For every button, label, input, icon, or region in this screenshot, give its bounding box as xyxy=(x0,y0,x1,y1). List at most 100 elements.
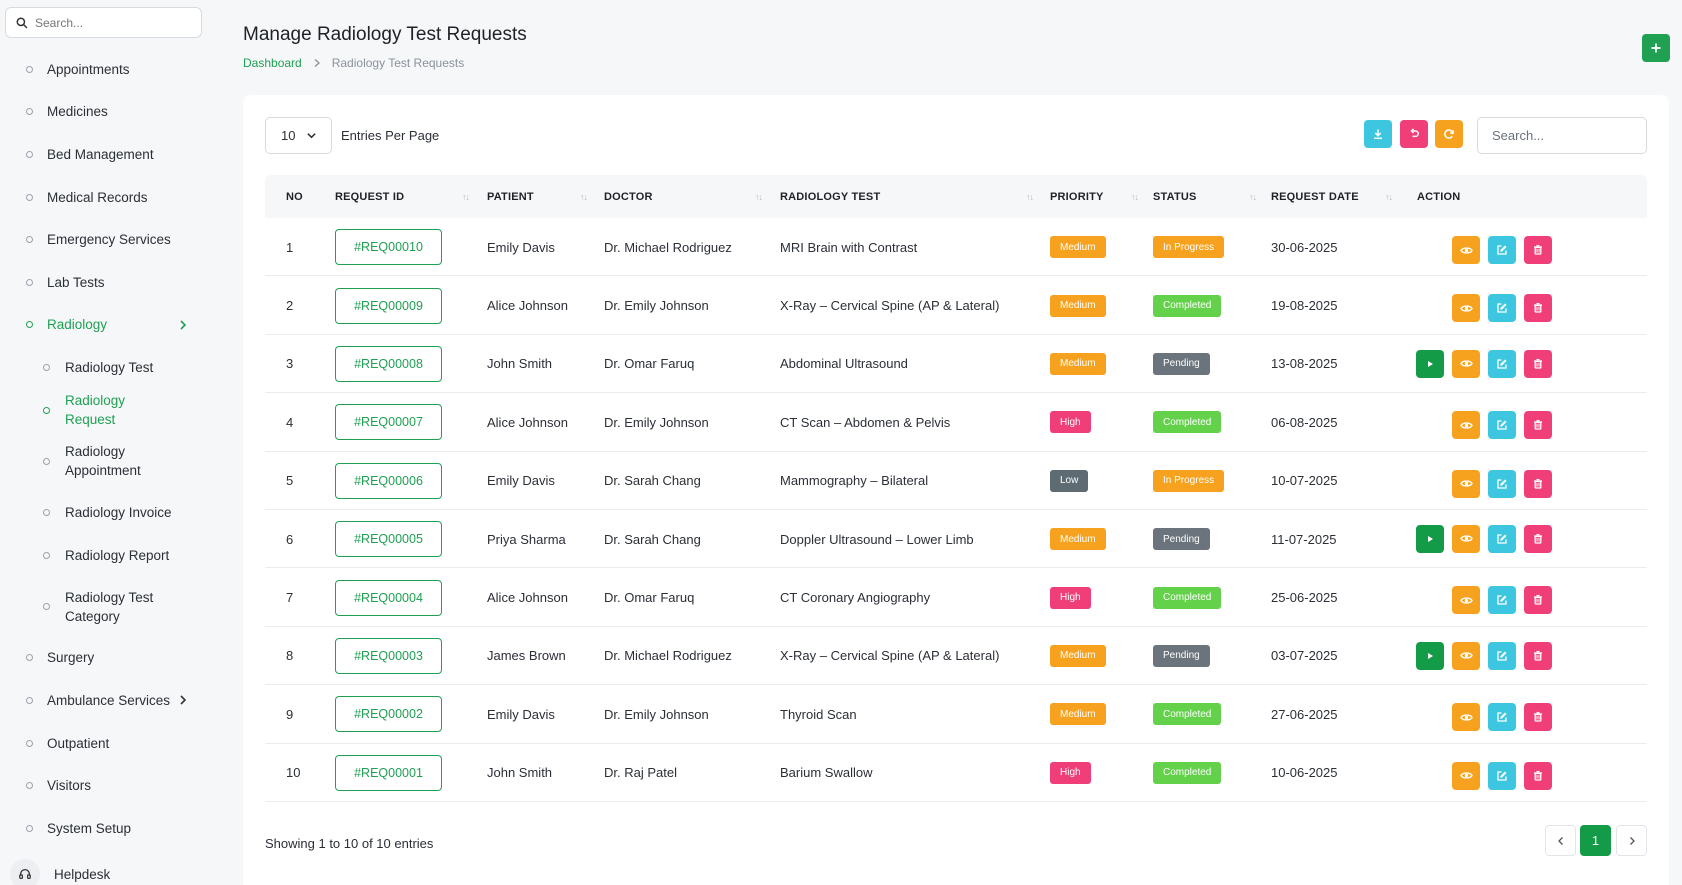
sidebar-item-surgery[interactable]: Surgery xyxy=(0,637,208,680)
status-badge: In Progress xyxy=(1153,469,1225,492)
edit-button[interactable] xyxy=(1488,411,1516,440)
helpdesk-link[interactable]: Helpdesk xyxy=(10,859,200,885)
sidebar-search-input[interactable] xyxy=(35,15,185,30)
view-button[interactable] xyxy=(1452,761,1480,790)
edit-icon xyxy=(1497,595,1507,605)
export-button[interactable] xyxy=(1364,120,1392,148)
delete-button[interactable] xyxy=(1524,236,1552,264)
sidebar-subitem-radiology-test[interactable]: Radiology Test xyxy=(0,346,208,389)
delete-button[interactable] xyxy=(1524,349,1552,378)
bullet-icon xyxy=(26,321,33,329)
delete-button[interactable] xyxy=(1524,761,1552,790)
request-id-link[interactable]: #REQ00001 xyxy=(335,754,442,791)
view-button[interactable] xyxy=(1452,586,1480,615)
request-id-link[interactable]: #REQ00005 xyxy=(335,521,442,558)
entries-select-value: 10 xyxy=(281,128,296,143)
view-button[interactable] xyxy=(1452,524,1480,553)
edit-button[interactable] xyxy=(1488,586,1516,615)
view-button[interactable] xyxy=(1452,703,1480,732)
delete-button[interactable] xyxy=(1524,294,1552,323)
delete-button[interactable] xyxy=(1524,703,1552,732)
cell-patient: Priya Sharma xyxy=(487,531,566,547)
request-id-link[interactable]: #REQ00006 xyxy=(335,462,442,499)
edit-button[interactable] xyxy=(1488,349,1516,378)
delete-button[interactable] xyxy=(1524,586,1552,615)
edit-icon xyxy=(1497,420,1507,430)
sidebar-subitem-radiology-appointment[interactable]: Radiology Appointment xyxy=(0,431,208,491)
helpdesk-label: Helpdesk xyxy=(54,866,111,882)
bullet-icon xyxy=(43,551,50,559)
sidebar-subitem-radiology-report[interactable]: Radiology Report xyxy=(0,534,208,577)
column-header-no[interactable]: NO xyxy=(286,175,303,218)
edit-button[interactable] xyxy=(1488,294,1516,323)
sidebar-item-outpatient[interactable]: Outpatient xyxy=(0,722,208,765)
column-header-radiology-test[interactable]: RADIOLOGY TEST ↑↓ xyxy=(780,175,1040,218)
cell-priority: High xyxy=(1050,393,1091,451)
sidebar-subitem-radiology-invoice[interactable]: Radiology Invoice xyxy=(0,491,208,534)
bullet-icon xyxy=(26,739,33,747)
delete-button[interactable] xyxy=(1524,411,1552,440)
sidebar-item-visitors[interactable]: Visitors xyxy=(0,764,208,807)
column-header-doctor[interactable]: DOCTOR ↑↓ xyxy=(604,175,769,218)
delete-button[interactable] xyxy=(1524,641,1552,670)
view-button[interactable] xyxy=(1452,349,1480,378)
cell-radiology-test: Barium Swallow xyxy=(780,765,873,781)
delete-button[interactable] xyxy=(1524,469,1552,498)
column-header-request-date[interactable]: REQUEST DATE ↑↓ xyxy=(1271,175,1399,218)
edit-button[interactable] xyxy=(1488,641,1516,670)
cell-priority: Medium xyxy=(1050,685,1106,743)
table-row: 4 #REQ00007 Alice Johnson Dr. Emily Johnson… xyxy=(265,393,1647,452)
sidebar-search[interactable] xyxy=(5,7,202,38)
view-button[interactable] xyxy=(1452,641,1480,670)
sidebar-item-medical-records[interactable]: Medical Records xyxy=(0,176,208,219)
edit-button[interactable] xyxy=(1488,703,1516,732)
cell-radiology-test: CT Scan – Abdomen & Pelvis xyxy=(780,414,951,430)
table-search-input[interactable] xyxy=(1477,117,1647,154)
view-button[interactable] xyxy=(1452,236,1480,264)
request-id-link[interactable]: #REQ00002 xyxy=(335,696,442,733)
pagination-next-button[interactable] xyxy=(1616,825,1647,856)
view-button[interactable] xyxy=(1452,469,1480,498)
view-button[interactable] xyxy=(1452,294,1480,323)
edit-button[interactable] xyxy=(1488,524,1516,553)
sidebar-item-emergency-services[interactable]: Emergency Services xyxy=(0,218,208,261)
pagination-prev-button[interactable] xyxy=(1545,825,1576,856)
breadcrumb-dashboard-link[interactable]: Dashboard xyxy=(243,56,302,70)
sidebar-subitem-radiology-test-category[interactable]: Radiology Test Category xyxy=(0,577,208,637)
start-button[interactable] xyxy=(1416,524,1444,553)
column-header-patient[interactable]: PATIENT ↑↓ xyxy=(487,175,594,218)
delete-button[interactable] xyxy=(1524,524,1552,553)
request-id-link[interactable]: #REQ00009 xyxy=(335,287,442,324)
sidebar-item-medicines[interactable]: Medicines xyxy=(0,91,208,134)
sidebar-item-bed-management[interactable]: Bed Management xyxy=(0,133,208,176)
view-button[interactable] xyxy=(1452,411,1480,440)
column-header-priority[interactable]: PRIORITY ↑↓ xyxy=(1050,175,1145,218)
start-button[interactable] xyxy=(1416,349,1444,378)
pagination-page-button[interactable]: 1 xyxy=(1580,825,1611,856)
sidebar-item-label: Appointments xyxy=(47,61,130,77)
sidebar-item-ambulance-services[interactable]: Ambulance Services xyxy=(0,679,208,722)
request-id-link[interactable]: #REQ00008 xyxy=(335,345,442,382)
cell-request-id: #REQ00005 xyxy=(335,510,442,568)
request-id-link[interactable]: #REQ00004 xyxy=(335,579,442,616)
sidebar-item-appointments[interactable]: Appointments xyxy=(0,48,208,91)
entries-select[interactable]: 10 xyxy=(265,117,332,154)
sidebar-item-radiology[interactable]: Radiology xyxy=(0,304,208,347)
start-button[interactable] xyxy=(1416,641,1444,670)
refresh-button[interactable] xyxy=(1435,120,1463,148)
reset-button[interactable] xyxy=(1400,120,1428,148)
edit-button[interactable] xyxy=(1488,469,1516,498)
request-id-link[interactable]: #REQ00003 xyxy=(335,637,442,674)
cell-patient: Alice Johnson xyxy=(487,298,568,314)
sort-icon: ↑↓ xyxy=(462,192,470,202)
sidebar-item-lab-tests[interactable]: Lab Tests xyxy=(0,261,208,304)
sidebar-subitem-radiology-request[interactable]: Radiology Request xyxy=(0,389,208,432)
request-id-link[interactable]: #REQ00007 xyxy=(335,404,442,441)
sidebar-item-system-setup[interactable]: System Setup xyxy=(0,807,208,850)
edit-button[interactable] xyxy=(1488,761,1516,790)
request-id-link[interactable]: #REQ00010 xyxy=(335,229,442,266)
column-header-request-id[interactable]: REQUEST ID ↑↓ xyxy=(335,175,475,218)
edit-button[interactable] xyxy=(1488,236,1516,264)
add-request-button[interactable] xyxy=(1642,34,1670,62)
column-header-status[interactable]: STATUS ↑↓ xyxy=(1153,175,1263,218)
